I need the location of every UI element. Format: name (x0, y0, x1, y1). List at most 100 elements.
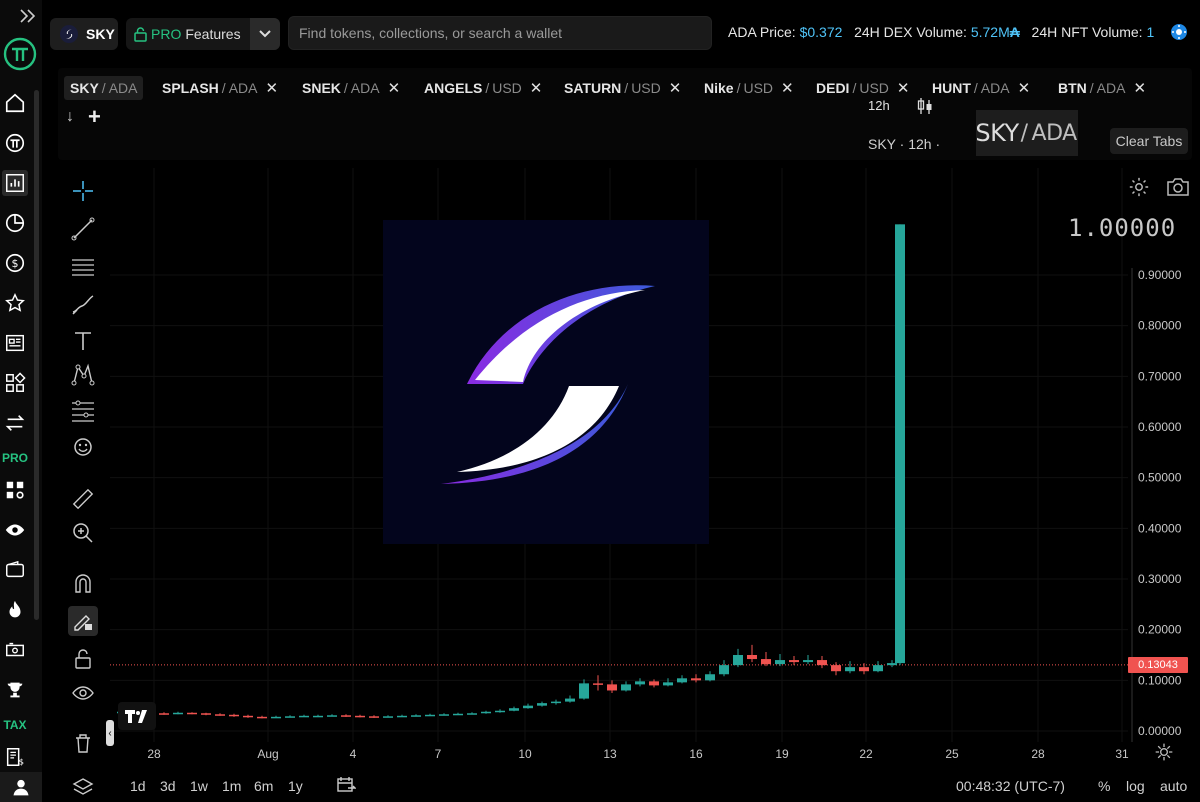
crosshair-icon[interactable] (68, 176, 98, 206)
trash-icon[interactable] (68, 728, 98, 758)
apps-icon[interactable] (2, 370, 28, 396)
tab-nike-usd[interactable]: Nike / USD ✕ (698, 76, 800, 100)
timeframe-1d[interactable]: 1d (130, 778, 146, 794)
timeframe-1w[interactable]: 1w (190, 778, 208, 794)
logo-mark-icon[interactable] (2, 130, 28, 156)
chevron-down-icon[interactable] (250, 18, 280, 50)
lock-drawing-icon[interactable] (68, 606, 98, 636)
tab-saturn-usd[interactable]: SATURN / USD ✕ (558, 76, 687, 100)
log-scale-toggle[interactable]: log (1126, 778, 1145, 794)
close-tab-icon[interactable]: ✕ (530, 79, 543, 97)
tab-btn-ada[interactable]: BTN / ADA ✕ (1052, 76, 1152, 100)
close-tab-icon[interactable]: ✕ (781, 79, 794, 97)
timeframe-3d[interactable]: 3d (160, 778, 176, 794)
scroll-left-handle[interactable]: ‹ (106, 720, 114, 746)
add-tab-icon[interactable]: + (88, 104, 101, 130)
brush-icon[interactable] (68, 290, 98, 320)
close-tab-icon[interactable]: ✕ (388, 79, 401, 97)
chart-icon[interactable] (2, 170, 28, 196)
candle-body (299, 715, 309, 718)
clear-tabs-button[interactable]: Clear Tabs (1110, 128, 1188, 154)
dex-volume-label: 24H DEX Volume: (854, 24, 967, 40)
grid-settings-icon[interactable] (2, 477, 28, 503)
wallet-icon[interactable] (2, 557, 28, 583)
layers-icon[interactable] (68, 772, 98, 802)
interval-label[interactable]: 12h (868, 98, 890, 113)
chart-clock[interactable]: 00:48:32 (UTC-7) (956, 778, 1065, 794)
close-tab-icon[interactable]: ✕ (669, 79, 682, 97)
swap-arrows-icon[interactable] (2, 410, 28, 436)
date-tick-label: 16 (689, 747, 703, 761)
trend-line-icon[interactable] (68, 214, 98, 244)
dollar-icon[interactable]: $ (2, 250, 28, 276)
tab-hunt-ada[interactable]: HUNT / ADA ✕ (926, 76, 1036, 100)
tab-snek-ada[interactable]: SNEK / ADA ✕ (296, 76, 406, 100)
horizontal-lines-icon[interactable] (68, 252, 98, 282)
candle-body (537, 703, 547, 706)
fib-tool-icon[interactable] (68, 396, 98, 426)
eye-icon[interactable] (2, 517, 28, 543)
candle-body (397, 715, 407, 718)
settings-gear-icon[interactable] (1128, 176, 1150, 203)
zoom-in-icon[interactable] (68, 518, 98, 548)
ruler-icon[interactable] (68, 484, 98, 514)
pattern-tool-icon[interactable] (68, 360, 98, 390)
tab-splash-ada[interactable]: SPLASH / ADA ✕ (156, 76, 284, 100)
tab-tools: ↓ + (66, 104, 101, 130)
date-tick-label: 19 (775, 747, 789, 761)
tab-base: SNEK (302, 80, 341, 96)
time-axis-settings-icon[interactable] (1154, 742, 1174, 767)
candle-body (873, 665, 883, 672)
fire-icon[interactable] (2, 597, 28, 623)
sort-down-icon[interactable]: ↓ (66, 108, 74, 126)
percent-scale-toggle[interactable]: % (1098, 778, 1110, 794)
candle-body (803, 660, 813, 663)
candle-body (173, 712, 183, 715)
candle-body (635, 681, 645, 685)
candle-body (369, 716, 379, 718)
network-icon[interactable] (1170, 22, 1200, 42)
visibility-icon[interactable] (68, 678, 98, 708)
magnet-icon[interactable] (68, 568, 98, 598)
tab-angels-usd[interactable]: ANGELS / USD ✕ (418, 76, 548, 100)
timeframe-6m[interactable]: 6m (254, 778, 273, 794)
pie-chart-icon[interactable] (2, 210, 28, 236)
search-input[interactable] (288, 16, 712, 50)
date-range-icon[interactable] (336, 776, 357, 799)
emoji-icon[interactable] (68, 432, 98, 462)
star-icon[interactable] (2, 290, 28, 316)
trophy-icon[interactable] (2, 677, 28, 703)
candle-body (229, 714, 239, 717)
pro-label[interactable]: PRO (0, 451, 30, 465)
candlestick-icon[interactable] (916, 96, 934, 121)
token-selector[interactable]: SKY (50, 18, 118, 50)
pair-base: SKY (975, 119, 1019, 147)
tradingview-logo-icon[interactable] (118, 702, 156, 730)
app-logo-icon[interactable] (2, 36, 38, 72)
auto-scale-toggle[interactable]: auto (1160, 778, 1187, 794)
text-tool-icon[interactable] (68, 326, 98, 356)
collapse-sidebar-icon[interactable] (18, 8, 38, 24)
close-tab-icon[interactable]: ✕ (1018, 79, 1031, 97)
pro-features-dropdown[interactable]: PRO Features (126, 18, 280, 50)
home-icon[interactable] (2, 90, 28, 116)
timeframe-1m[interactable]: 1m (222, 778, 241, 794)
tab-quote: ADA (108, 80, 138, 96)
close-tab-icon[interactable]: ✕ (265, 79, 278, 97)
sidebar-scrollbar[interactable] (34, 90, 39, 620)
news-icon[interactable] (2, 330, 28, 356)
cash-icon[interactable] (2, 637, 28, 663)
tax-label[interactable]: TAX (0, 718, 30, 732)
camera-icon[interactable] (1166, 176, 1190, 203)
candle-body (509, 708, 519, 711)
receipt-dollar-icon[interactable]: $ (2, 744, 28, 770)
close-tab-icon[interactable]: ✕ (897, 79, 910, 97)
close-tab-icon[interactable]: ✕ (1133, 79, 1146, 97)
timeframe-1y[interactable]: 1y (288, 778, 303, 794)
candle-body (159, 713, 169, 715)
tab-sky-ada[interactable]: SKY / ADA (64, 76, 144, 100)
unlock-icon[interactable] (68, 644, 98, 674)
current-price-tag: 0.13043 (1128, 657, 1188, 673)
user-icon[interactable] (0, 772, 42, 802)
tab-dedi-usd[interactable]: DEDI / USD ✕ (810, 76, 915, 100)
